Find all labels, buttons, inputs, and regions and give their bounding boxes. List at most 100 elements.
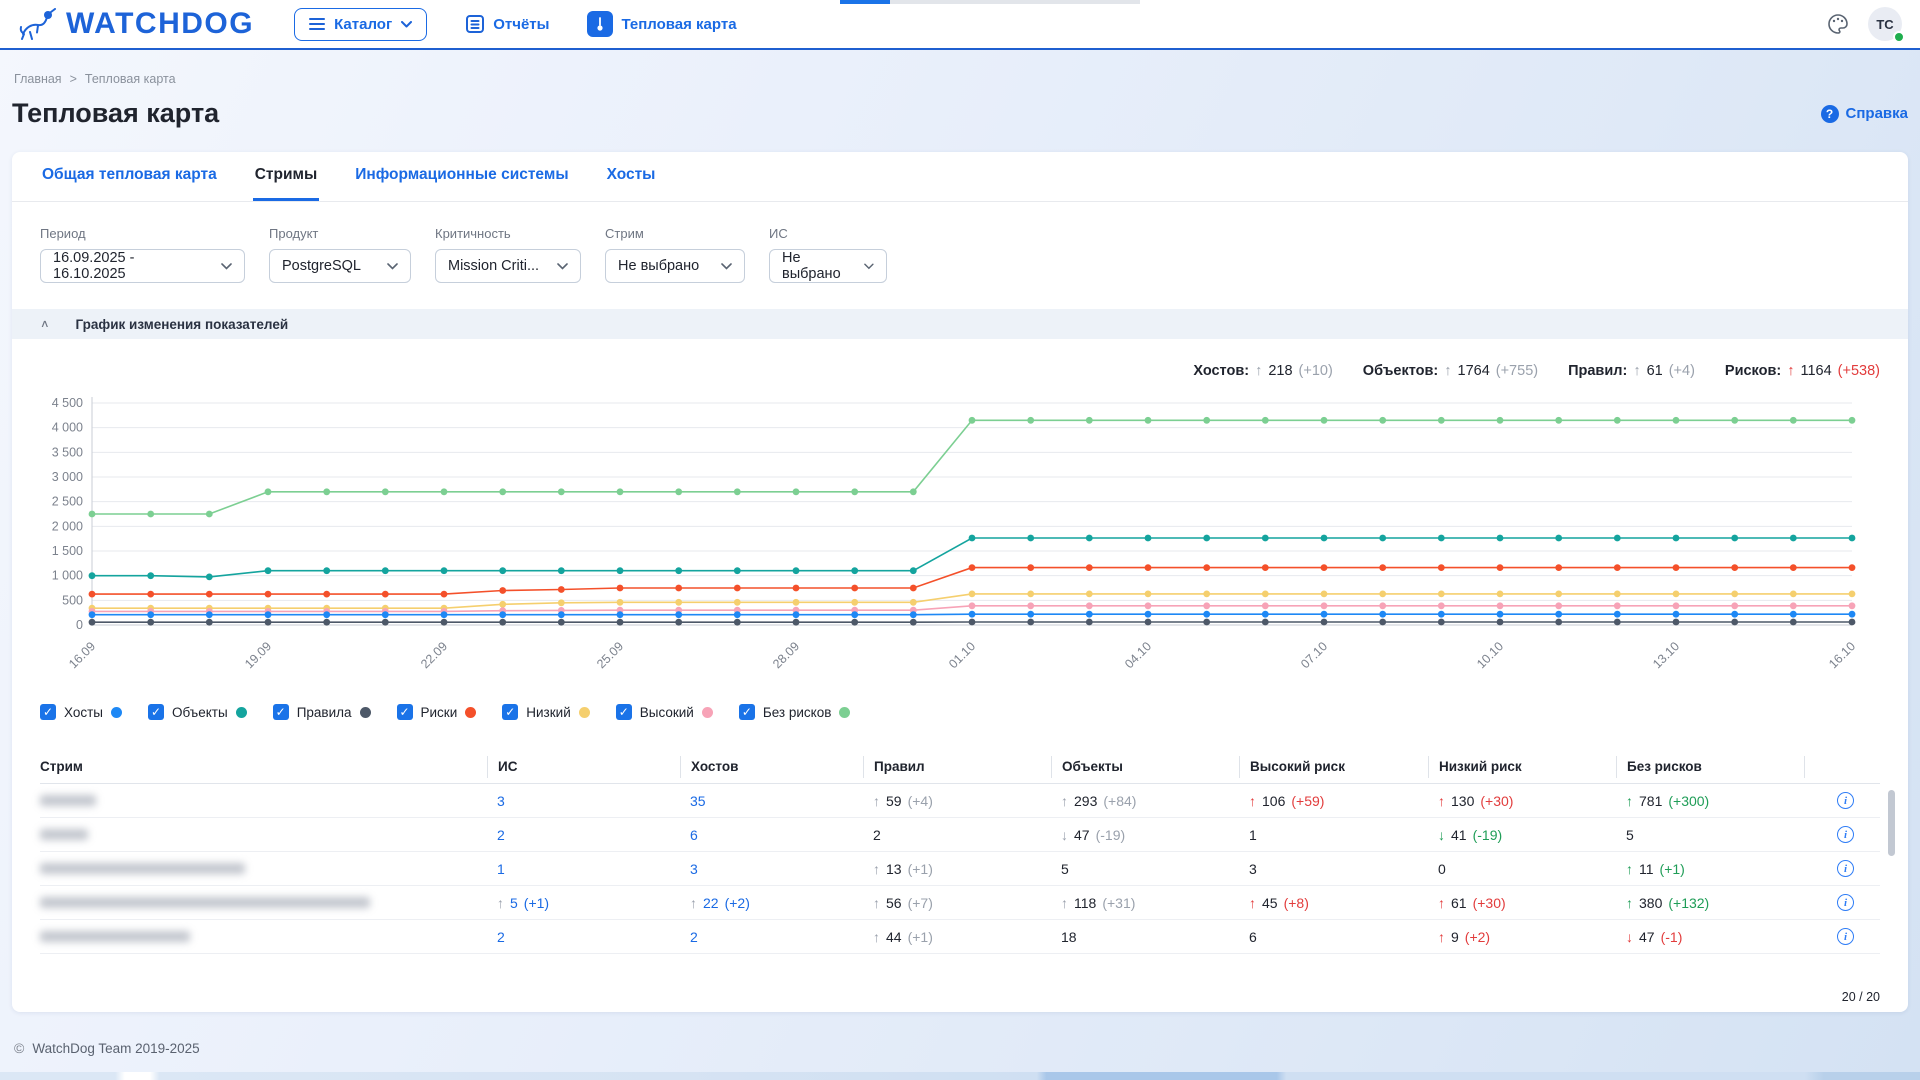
table-cell: ↑380(+132) — [1616, 895, 1804, 911]
column-header: Объекты — [1051, 756, 1239, 778]
legend-checkbox[interactable]: ✓ — [148, 704, 164, 720]
cell-value: 6 — [1249, 929, 1257, 945]
cell-link[interactable]: 35 — [690, 793, 706, 809]
stream-name-cell[interactable] — [40, 829, 487, 840]
cell-delta: (+1) — [908, 861, 933, 877]
page-title: Тепловая карта — [12, 98, 219, 129]
nav-heatmap[interactable]: Тепловая карта — [587, 11, 736, 37]
cell-link[interactable]: 6 — [690, 827, 698, 843]
info-icon[interactable]: i — [1837, 928, 1854, 945]
collapse-chevron-icon[interactable]: ∧ — [40, 318, 50, 331]
legend-color-dot — [702, 707, 713, 718]
cell-link[interactable]: 22 — [703, 895, 719, 911]
cell-link[interactable]: 3 — [497, 793, 505, 809]
chevron-down-icon — [721, 263, 732, 270]
legend-checkbox[interactable]: ✓ — [40, 704, 56, 720]
table-cell: ↑118(+31) — [1051, 895, 1239, 911]
cell-delta: (+1) — [908, 929, 933, 945]
top-scrollbar-thumb[interactable] — [840, 0, 890, 4]
info-icon[interactable]: i — [1837, 894, 1854, 911]
filter-period-label: Период — [40, 226, 245, 241]
tab-information-systems[interactable]: Информационные системы — [353, 166, 570, 201]
table-cell: 6 — [680, 827, 863, 843]
stream-name-cell[interactable] — [40, 897, 487, 908]
legend-item: ✓Хосты — [40, 704, 122, 720]
table-scrollbar-thumb[interactable] — [1888, 790, 1895, 856]
product-select[interactable]: PostgreSQL — [269, 249, 411, 283]
copyright-icon: © — [14, 1040, 24, 1056]
help-link[interactable]: ? Справка — [1821, 105, 1908, 123]
trend-up-icon: ↑ — [690, 895, 697, 911]
cell-value: 781 — [1639, 793, 1662, 809]
trend-up-icon: ↑ — [1438, 895, 1445, 911]
cell-value: 44 — [886, 929, 902, 945]
stat-item: Рисков:↑1164(+538) — [1725, 363, 1880, 379]
chart-legend: ✓Хосты✓Объекты✓Правила✓Риски✓Низкий✓Высо… — [12, 698, 1908, 720]
svg-text:4 000: 4 000 — [52, 421, 83, 435]
criticality-select[interactable]: Mission Criti... — [435, 249, 581, 283]
is-select[interactable]: Не выбрано — [769, 249, 887, 283]
svg-text:16.09: 16.09 — [66, 639, 98, 671]
table-cell: 0 — [1428, 861, 1616, 877]
stream-name-cell[interactable] — [40, 795, 487, 806]
period-select[interactable]: 16.09.2025 - 16.10.2025 — [40, 249, 245, 283]
blurred-stream-name — [40, 829, 88, 840]
cell-link[interactable]: 1 — [497, 861, 505, 877]
cell-delta: (+2) — [725, 895, 750, 911]
cell-delta: (+30) — [1473, 895, 1506, 911]
legend-checkbox[interactable]: ✓ — [616, 704, 632, 720]
cell-value: 5 — [1061, 861, 1069, 877]
trend-up-icon: ↑ — [1626, 895, 1633, 911]
table-cell: ↓47(-1) — [1616, 929, 1804, 945]
table-row: ↑5(+1)↑22(+2)↑56(+7)↑118(+31)↑45(+8)↑61(… — [40, 886, 1880, 920]
legend-checkbox[interactable]: ✓ — [397, 704, 413, 720]
cell-link[interactable]: 2 — [690, 929, 698, 945]
info-icon[interactable]: i — [1837, 826, 1854, 843]
thermometer-icon — [587, 11, 613, 37]
cell-link[interactable]: 2 — [497, 929, 505, 945]
table-cell: ↑44(+1) — [863, 929, 1051, 945]
brand-wordmark: WATCHDOG — [66, 7, 254, 41]
legend-checkbox[interactable]: ✓ — [502, 704, 518, 720]
svg-text:0: 0 — [76, 618, 83, 632]
stat-delta: (+755) — [1496, 363, 1538, 379]
cell-delta: (+59) — [1291, 793, 1324, 809]
filter-stream-label: Стрим — [605, 226, 745, 241]
nav-reports[interactable]: Отчёты — [465, 14, 549, 34]
theme-palette-icon[interactable] — [1826, 12, 1850, 36]
table-cell: ↑781(+300) — [1616, 793, 1804, 809]
info-icon[interactable]: i — [1837, 792, 1854, 809]
legend-checkbox[interactable]: ✓ — [739, 704, 755, 720]
user-avatar[interactable]: TC — [1868, 7, 1902, 41]
stream-select[interactable]: Не выбрано — [605, 249, 745, 283]
legend-item: ✓Без рисков — [739, 704, 851, 720]
tab-hosts[interactable]: Хосты — [605, 166, 658, 201]
stream-name-cell[interactable] — [40, 863, 487, 874]
table-scrollbar[interactable]: ▼ — [1888, 790, 1896, 1012]
table-row: 335↑59(+4)↑293(+84)↑106(+59)↑130(+30)↑78… — [40, 784, 1880, 818]
tab-streams[interactable]: Стримы — [253, 166, 319, 201]
cell-link[interactable]: 5 — [510, 895, 518, 911]
catalog-button[interactable]: Каталог — [294, 8, 427, 41]
stream-name-cell[interactable] — [40, 931, 487, 942]
cell-value: 2 — [873, 827, 881, 843]
breadcrumb-home[interactable]: Главная — [14, 72, 62, 86]
legend-checkbox[interactable]: ✓ — [273, 704, 289, 720]
legend-item: ✓Высокий — [616, 704, 713, 720]
help-question-icon: ? — [1821, 105, 1839, 123]
svg-text:2 000: 2 000 — [52, 519, 83, 533]
metrics-chart: 05001 0001 5002 0002 5003 0003 5004 0004… — [12, 379, 1908, 698]
filter-criticality-label: Критичность — [435, 226, 581, 241]
cell-value: 3 — [1249, 861, 1257, 877]
cell-link[interactable]: 3 — [690, 861, 698, 877]
watchdog-logo[interactable]: WATCHDOG — [18, 7, 254, 41]
tab-general-heatmap[interactable]: Общая тепловая карта — [40, 166, 219, 201]
cell-link[interactable]: 2 — [497, 827, 505, 843]
trend-up-icon: ↑ — [873, 861, 880, 877]
top-scrollbar[interactable] — [840, 0, 1140, 4]
trend-up-icon: ↑ — [1438, 793, 1445, 809]
info-icon[interactable]: i — [1837, 860, 1854, 877]
table-row: 22↑44(+1)186↑9(+2)↓47(-1)i — [40, 920, 1880, 954]
column-header: Правил — [863, 756, 1051, 778]
table-row: 13↑13(+1)530↑11(+1)i — [40, 852, 1880, 886]
